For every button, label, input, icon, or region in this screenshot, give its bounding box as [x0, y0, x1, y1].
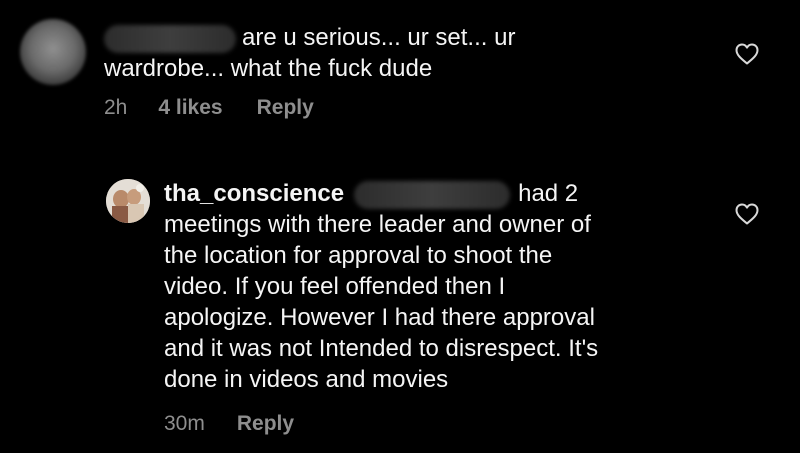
comment-1-reply-button[interactable]: Reply	[257, 96, 314, 120]
comment-1-line-1: are u serious... ur set... ur	[242, 24, 516, 51]
avatar-image	[106, 179, 150, 223]
comment-2-line: apologize. However I had there approval	[164, 304, 595, 331]
comment-2-meta: 30m Reply	[164, 412, 294, 436]
redacted-mention	[354, 180, 511, 209]
heart-outline-icon[interactable]	[735, 43, 759, 65]
comment-1-likes[interactable]: 4 likes	[158, 96, 222, 120]
comment-1-line-2: wardrobe... what the fuck dude	[104, 55, 433, 82]
comment-2-username[interactable]: tha_conscience	[164, 180, 344, 207]
avatar-blurred[interactable]	[20, 19, 86, 85]
comment-2-text: tha_conscience had 2 meetings with there …	[164, 178, 598, 395]
heart-outline-icon[interactable]	[735, 203, 759, 225]
comment-2-line: video. If you feel offended then I	[164, 273, 506, 300]
comment-2-line: the location for approval to shoot the	[164, 242, 553, 269]
comment-1-timestamp: 2h	[104, 96, 128, 119]
comment-2-line: done in videos and movies	[164, 366, 449, 393]
comment-2-line: meetings with there leader and owner of	[164, 211, 591, 238]
comment-1-meta: 2h 4 likes Reply	[104, 96, 314, 120]
comment-2-timestamp: 30m	[164, 412, 205, 435]
comment-2-line-1-tail: had 2	[518, 180, 579, 207]
comment-2-reply-button[interactable]: Reply	[237, 412, 294, 436]
comment-2-line: and it was not Intended to disrespect. I…	[164, 335, 599, 362]
redacted-username	[104, 24, 236, 53]
comment-1-text: are u serious... ur set... ur wardrobe..…	[104, 22, 515, 84]
avatar-tha-conscience[interactable]	[106, 179, 150, 223]
